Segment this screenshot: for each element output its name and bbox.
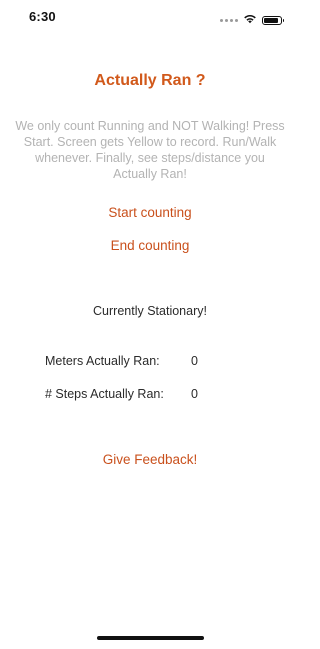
wifi-icon [243,11,257,29]
steps-label: # Steps Actually Ran: [45,387,164,401]
app-screen: 6:30 Actually Ran ? We only count Runnin… [0,0,300,649]
give-feedback-button[interactable]: Give Feedback! [0,452,300,467]
steps-value: 0 [191,387,198,401]
steps-row: # Steps Actually Ran: 0 [0,387,300,403]
status-time: 6:30 [29,9,56,24]
home-indicator[interactable] [97,636,204,640]
cellular-signal-icon [220,18,238,22]
page-title: Actually Ran ? [94,72,206,89]
instructions-text: We only count Running and NOT Walking! P… [15,119,285,181]
meters-value: 0 [191,354,198,368]
meters-label: Meters Actually Ran: [45,354,160,368]
status-bar: 6:30 [0,0,300,34]
activity-state-text: Currently Stationary! [93,304,207,318]
end-counting-button[interactable]: End counting [0,238,300,253]
start-counting-button[interactable]: Start counting [0,205,300,220]
battery-icon [262,15,284,25]
status-icons [220,11,284,29]
meters-row: Meters Actually Ran: 0 [0,354,300,370]
